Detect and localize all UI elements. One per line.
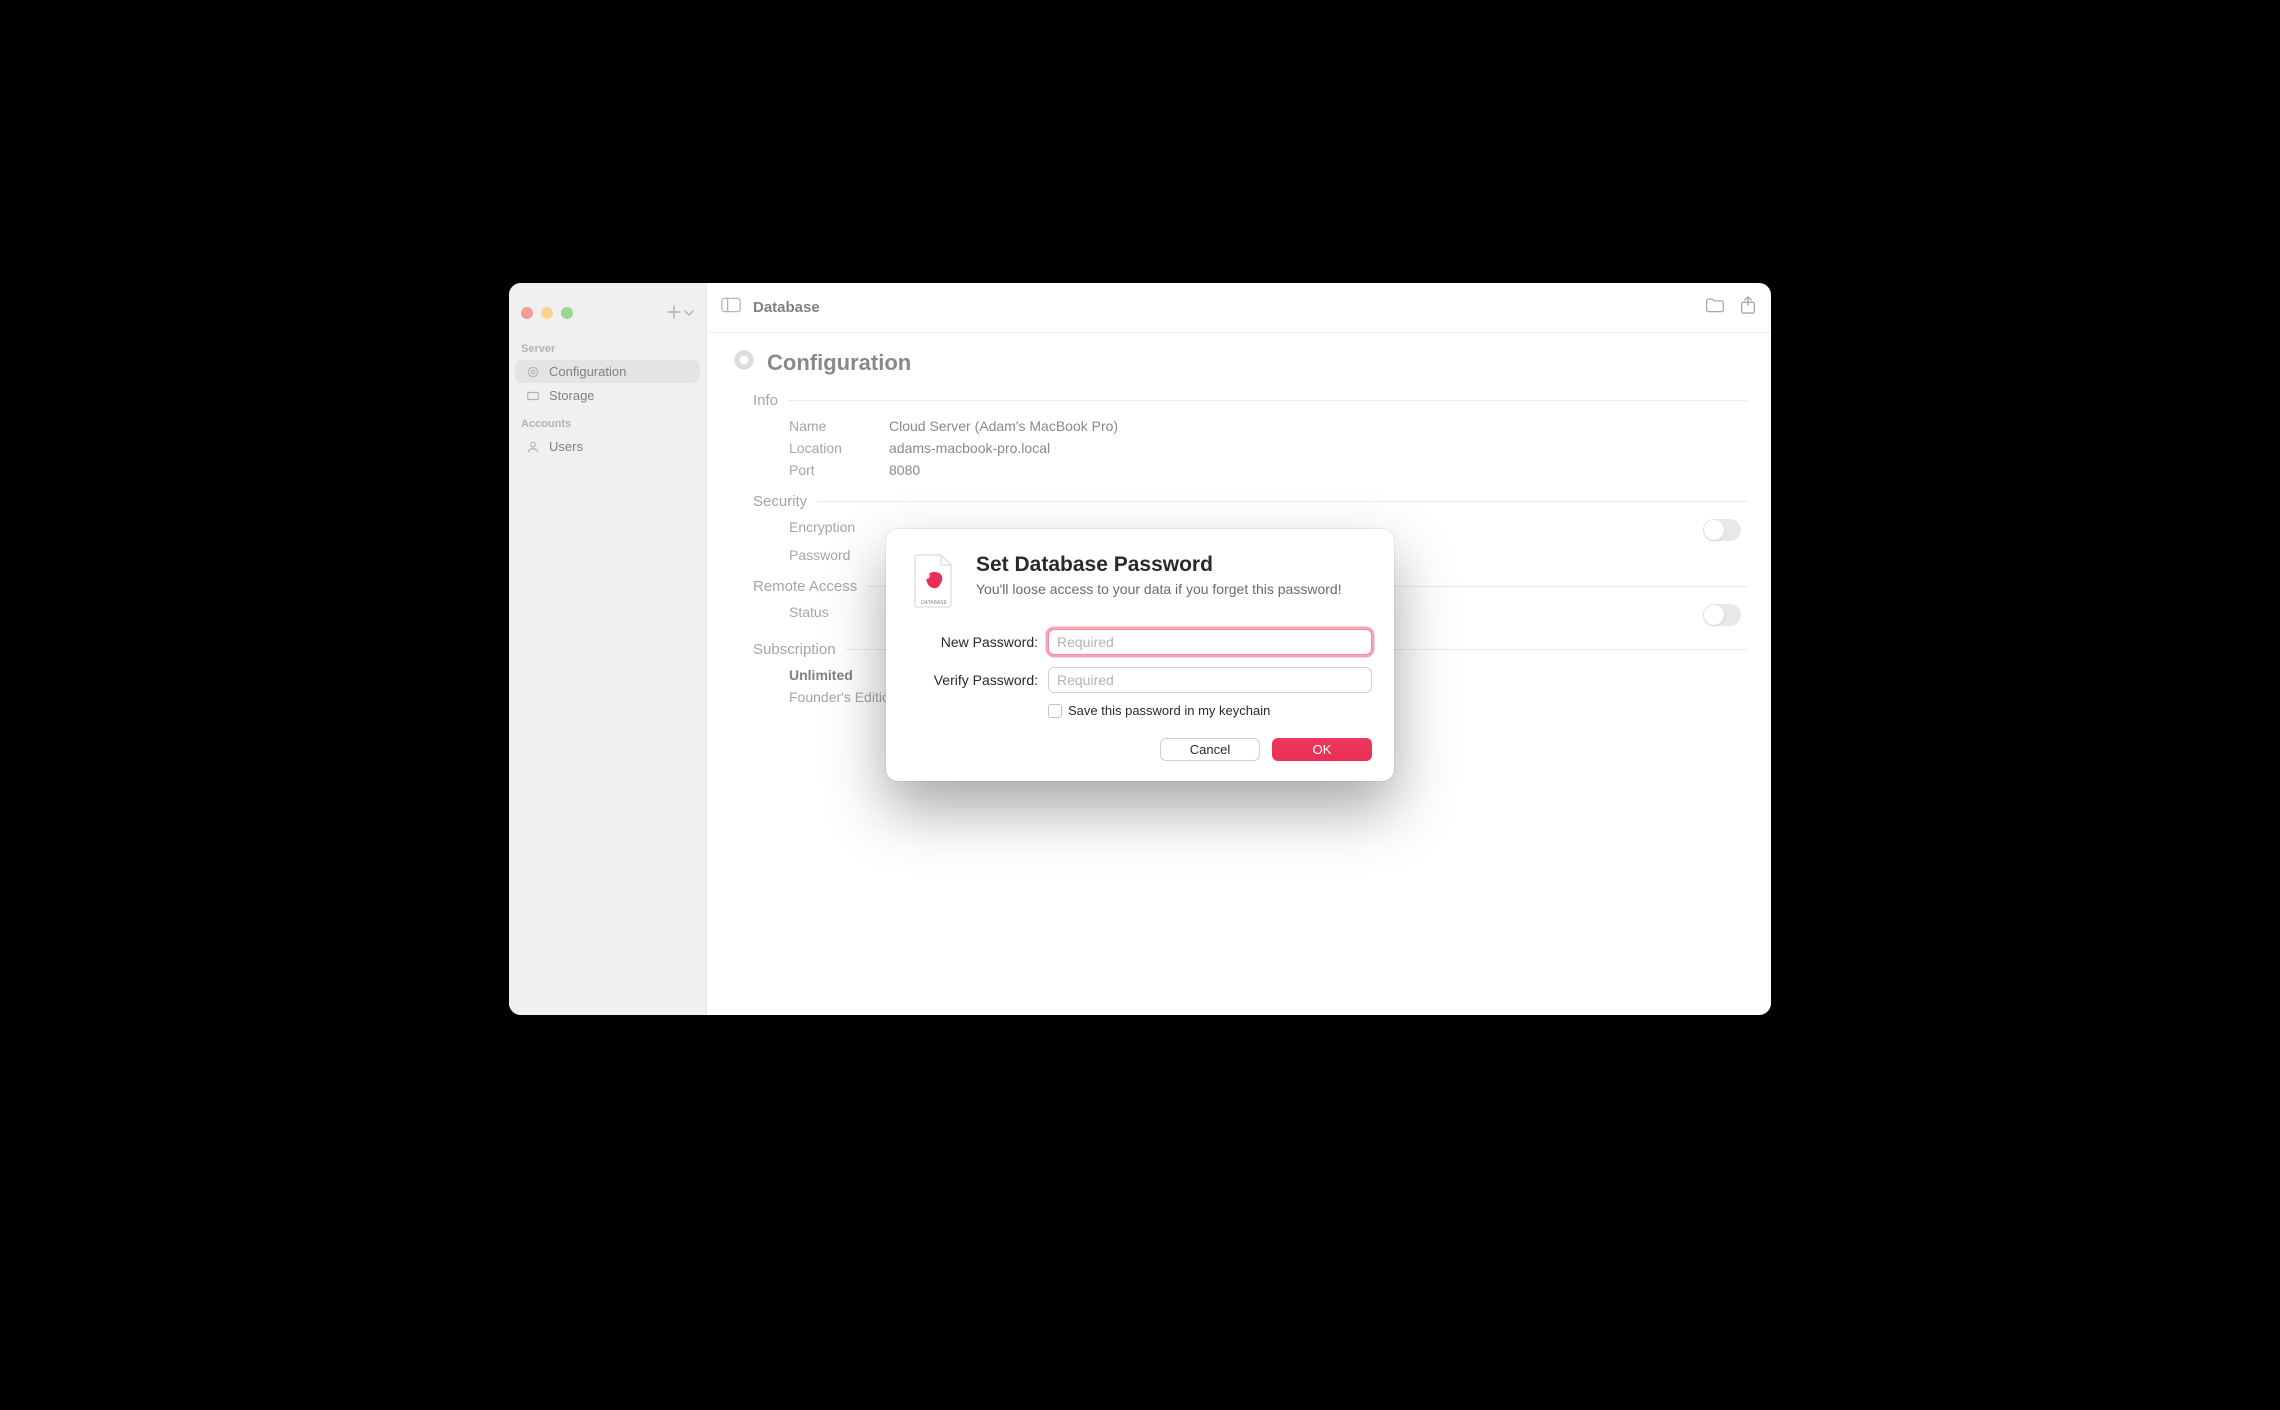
keychain-checkbox[interactable]	[1048, 704, 1062, 718]
cancel-button[interactable]: Cancel	[1160, 738, 1260, 761]
database-document-icon: DATABASE	[908, 553, 960, 609]
new-password-label: New Password:	[908, 634, 1038, 650]
keychain-label: Save this password in my keychain	[1068, 703, 1270, 718]
new-password-input[interactable]	[1048, 629, 1372, 655]
app-window: Server Configuration Storage Accounts Us…	[509, 283, 1771, 1015]
ok-button[interactable]: OK	[1272, 738, 1372, 761]
password-sheet: DATABASE Set Database Password You'll lo…	[886, 529, 1394, 781]
modal-overlay: DATABASE Set Database Password You'll lo…	[509, 283, 1771, 1015]
sheet-title: Set Database Password	[976, 553, 1342, 577]
sheet-subtitle: You'll loose access to your data if you …	[976, 581, 1342, 597]
svg-text:DATABASE: DATABASE	[921, 600, 948, 606]
verify-password-input[interactable]	[1048, 667, 1372, 693]
verify-password-label: Verify Password:	[908, 672, 1038, 688]
